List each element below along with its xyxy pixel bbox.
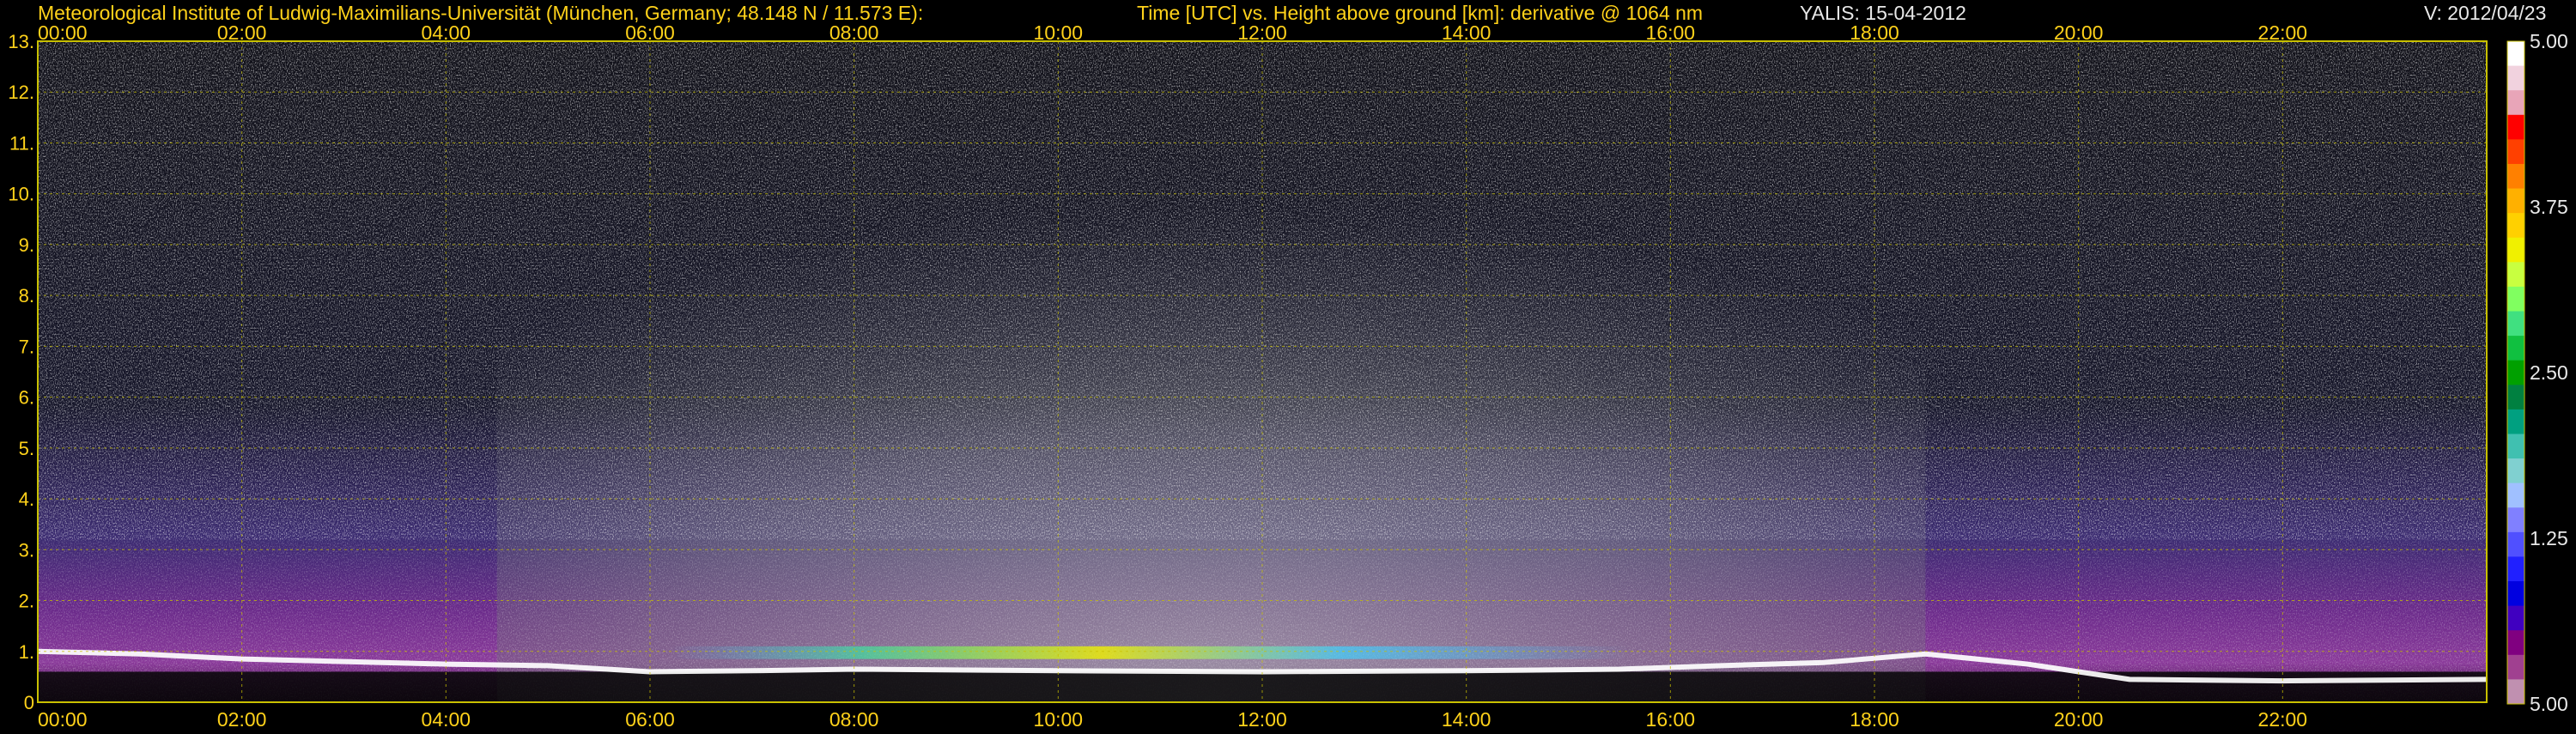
x-tick-label-bottom: 02:00 [217, 708, 267, 730]
y-tick-label: 5. [19, 438, 34, 459]
y-tick-label: 10. [8, 184, 34, 205]
x-tick-label-bottom: 16:00 [1646, 708, 1696, 730]
colorbar-swatch [2507, 630, 2524, 656]
colorbar-label: 1.25 [2530, 527, 2568, 549]
colorbar-swatch [2507, 41, 2524, 67]
x-tick-label-bottom: 10:00 [1034, 708, 1084, 730]
x-tick-label-bottom: 04:00 [422, 708, 471, 730]
colorbar-swatch [2507, 581, 2524, 607]
colorbar-swatch [2507, 458, 2524, 484]
colorbar-swatch [2507, 163, 2524, 190]
y-tick-label: 2. [19, 591, 34, 612]
colorbar-swatch [2507, 434, 2524, 459]
colorbar-swatch [2507, 679, 2524, 705]
noise-texture-upper [38, 41, 2487, 540]
colorbar-swatch [2507, 237, 2524, 263]
colorbar-swatch [2507, 311, 2524, 337]
y-tick-label: 13. [8, 31, 34, 52]
x-tick-label-bottom: 18:00 [1850, 708, 1899, 730]
y-tick-label: 4. [19, 488, 34, 510]
x-tick-label-bottom: 20:00 [2054, 708, 2104, 730]
y-tick-label: 6. [19, 387, 34, 409]
colorbar-swatch [2507, 65, 2524, 91]
colorbar-swatch [2507, 556, 2524, 582]
colorbar-swatch [2507, 385, 2524, 410]
x-tick-label-bottom: 12:00 [1237, 708, 1287, 730]
colorbar-swatch [2507, 336, 2524, 361]
colorbar-swatch [2507, 654, 2524, 680]
colorbar-swatch [2507, 139, 2524, 165]
lidar-chart: 0 1. 2. 3. 4. 5. 6. 7. 8. 9. 10. 11. 12. 13. 00:00 00:0… [0, 0, 2576, 731]
colorbar-label: 5.00 [2530, 30, 2568, 52]
x-tick-label-bottom: 06:00 [625, 708, 675, 730]
colorbar-swatch [2507, 605, 2524, 631]
x-tick-label-bottom: 22:00 [2258, 708, 2308, 730]
y-tick-label: 0 [24, 692, 34, 713]
colorbar-swatch [2507, 360, 2524, 385]
chart-svg: 01.2.3.4.5.6.7.8.9.10.11.12.13. 00:0000:0… [8, 21, 2568, 731]
colorbar-swatch [2507, 409, 2524, 434]
colorbar-swatch [2507, 262, 2524, 288]
colorbar-swatch [2507, 531, 2524, 557]
x-tick-label-bottom: 14:00 [1442, 708, 1492, 730]
colorbar-label: 5.00 [2530, 693, 2568, 715]
y-tick-label: 12. [8, 82, 34, 103]
colorbar-swatch [2507, 114, 2524, 140]
colorbar-label: 3.75 [2530, 196, 2568, 218]
colorbar-label: 2.50 [2530, 361, 2568, 384]
colorbar-swatch [2507, 90, 2524, 116]
colorbar-swatch [2507, 482, 2524, 508]
colorbar-swatch [2507, 188, 2524, 214]
y-tick-label: 3. [19, 539, 34, 561]
aerosol-layer [670, 646, 1630, 659]
x-tick-label-bottom: 00:00 [38, 708, 88, 730]
y-tick-label: 1. [19, 641, 34, 663]
x-tick-label-bottom: 08:00 [829, 708, 879, 730]
y-tick-label: 11. [9, 132, 34, 154]
colorbar-swatch [2507, 286, 2524, 312]
y-tick-label: 9. [19, 234, 34, 256]
colorbar-swatch [2507, 507, 2524, 533]
y-tick-label: 7. [19, 336, 34, 357]
y-tick-label: 8. [19, 285, 34, 306]
colorbar-swatch [2507, 213, 2524, 239]
